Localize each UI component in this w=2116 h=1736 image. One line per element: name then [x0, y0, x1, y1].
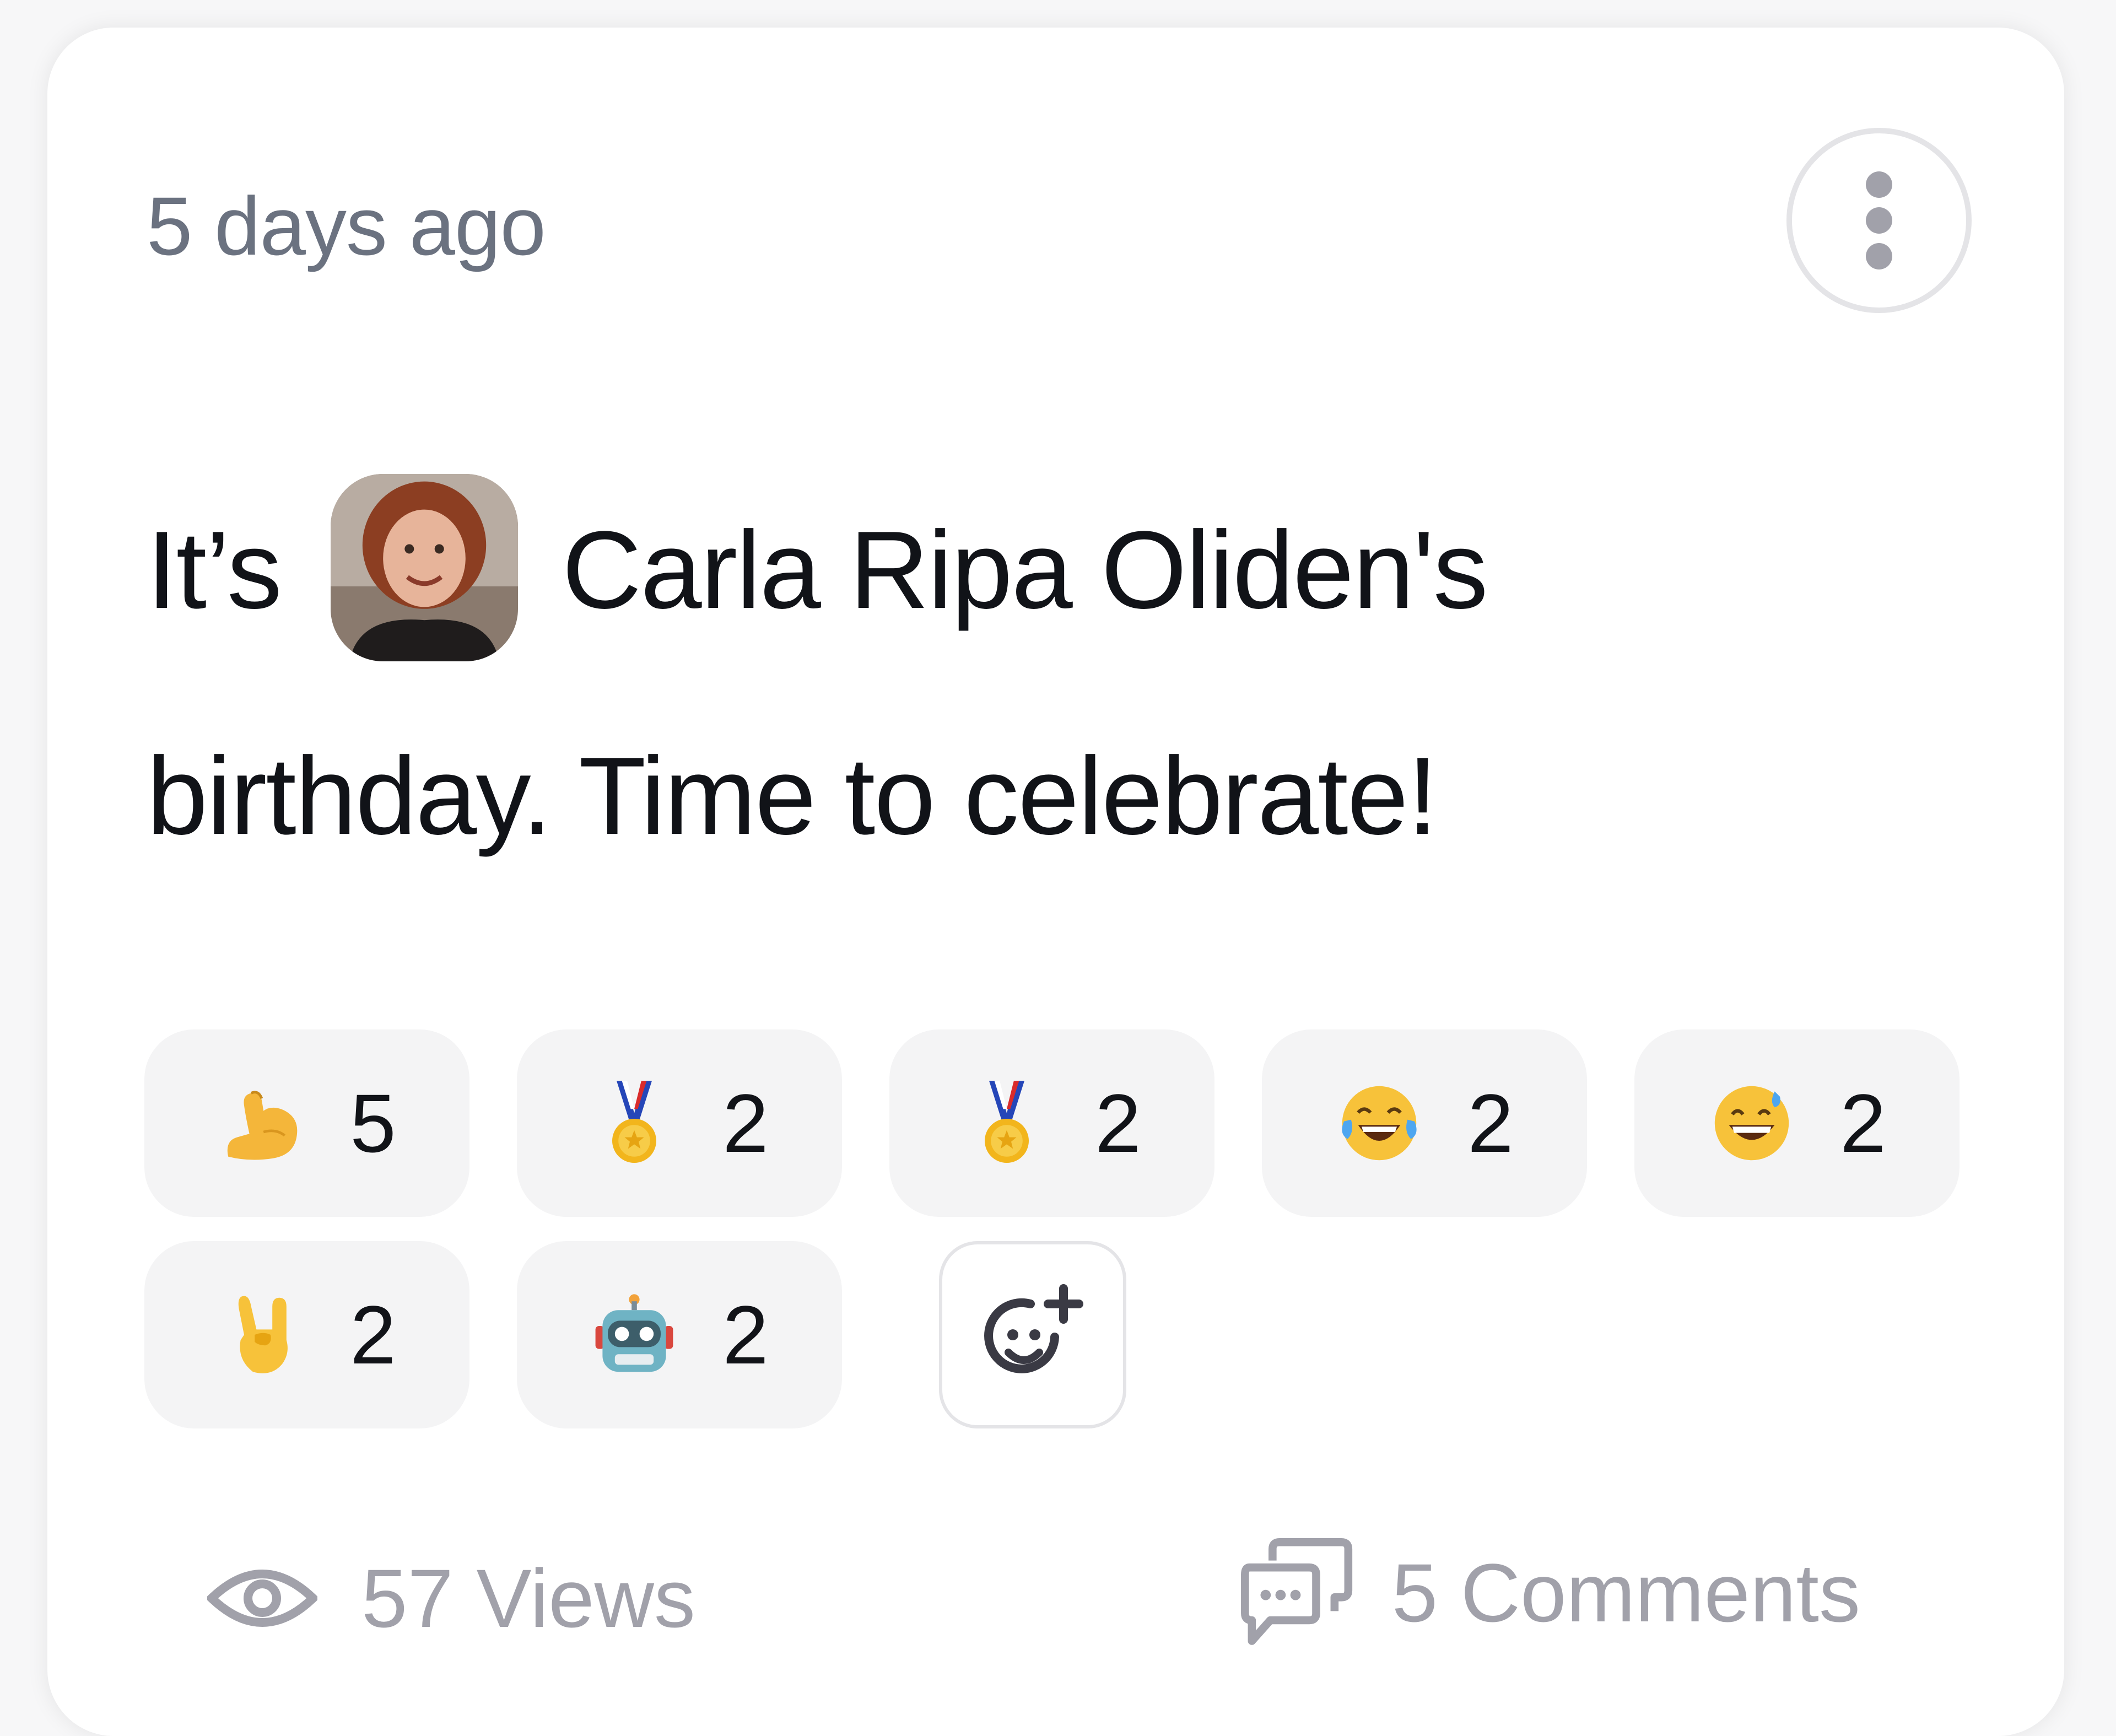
reaction-count: 2: [350, 1288, 396, 1381]
reaction-count: 2: [722, 1077, 769, 1169]
reaction-pill[interactable]: 2: [517, 1029, 842, 1217]
comments-stat[interactable]: 5 Comments: [1238, 1538, 1860, 1648]
reaction-pill[interactable]: 2: [144, 1241, 469, 1428]
message-suffix: birthday. Time to celebrate!: [147, 735, 1438, 858]
post-message: It’s Carla Ripa Oliden's birthday. Time …: [147, 457, 1910, 909]
add-reaction-button[interactable]: [939, 1241, 1126, 1428]
medal-icon: [963, 1079, 1051, 1167]
reaction-pill[interactable]: 2: [1262, 1029, 1587, 1217]
flexed-biceps-icon: [218, 1079, 306, 1167]
reaction-count: 5: [350, 1077, 396, 1169]
reaction-pill[interactable]: 5: [144, 1029, 469, 1217]
eye-icon: [207, 1570, 317, 1627]
message-prefix: It’s: [147, 509, 282, 632]
add-emoji-icon: [984, 1284, 1083, 1373]
medal-icon: [590, 1079, 678, 1167]
comments-count[interactable]: 5 Comments: [1392, 1543, 1860, 1642]
more-options-button[interactable]: [1786, 128, 1972, 313]
robot-icon: [590, 1291, 678, 1379]
vertical-ellipsis-icon: [1866, 171, 1892, 269]
reaction-pill[interactable]: 2: [889, 1029, 1214, 1217]
chat-bubbles-icon: [1240, 1538, 1352, 1645]
reaction-pill[interactable]: 2: [1634, 1029, 1960, 1217]
feed-post-card: 5 days ago It’s Carla Ripa Oliden's birt…: [47, 28, 2064, 1736]
reaction-count: 2: [1840, 1077, 1886, 1169]
views-count: 57 Views: [361, 1552, 695, 1645]
avatar[interactable]: [330, 474, 518, 662]
views-stat: 57 Views: [207, 1549, 695, 1648]
reaction-count: 2: [722, 1288, 769, 1381]
sign-of-the-horns-icon: [218, 1291, 306, 1379]
reaction-pill[interactable]: 2: [517, 1241, 842, 1428]
reaction-count: 2: [1095, 1077, 1141, 1169]
person-name[interactable]: Carla Ripa Oliden's: [562, 509, 1488, 632]
post-timestamp: 5 days ago: [147, 180, 546, 272]
reaction-count: 2: [1467, 1077, 1514, 1169]
face-with-tears-of-joy-icon: [1335, 1079, 1423, 1167]
grinning-face-with-sweat-icon: [1708, 1079, 1796, 1167]
